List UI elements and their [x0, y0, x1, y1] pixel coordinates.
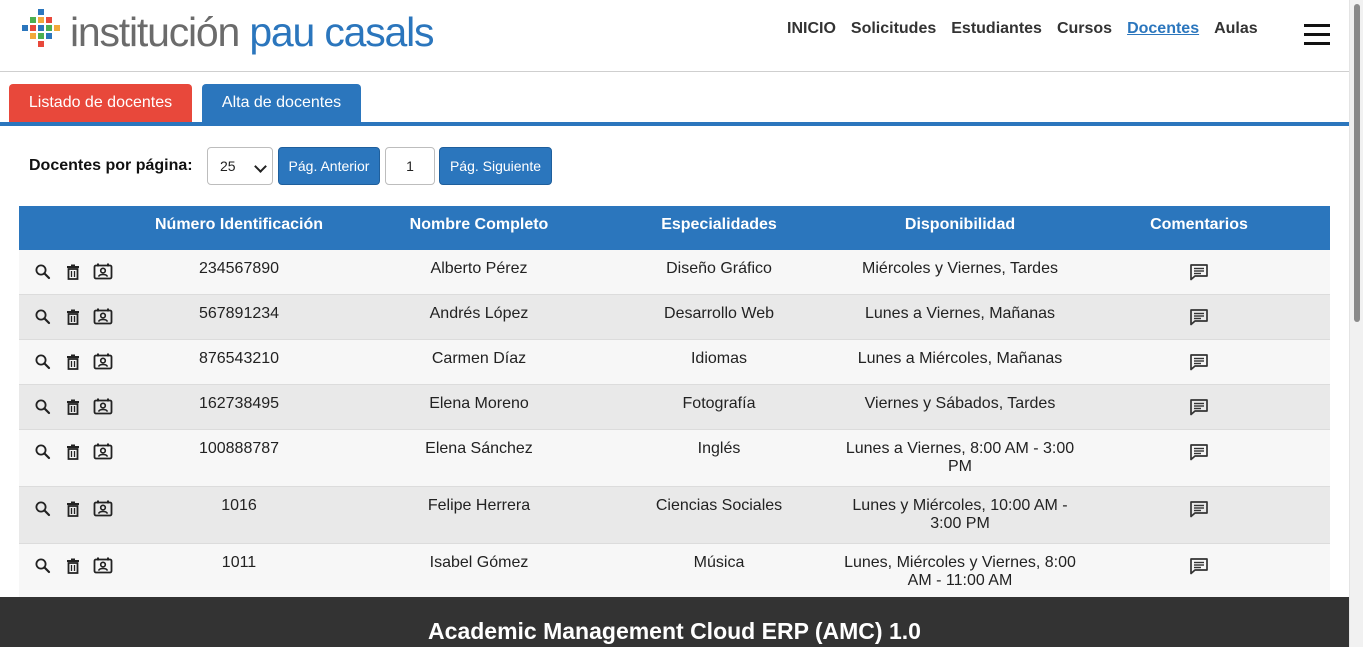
logo-mark-icon [18, 7, 68, 57]
contact-card-icon[interactable] [93, 500, 113, 520]
search-icon[interactable] [34, 557, 54, 577]
search-icon[interactable] [34, 398, 54, 418]
cell-name: Alberto Pérez [430, 260, 528, 277]
contact-card-icon[interactable] [93, 443, 113, 463]
prev-page-button[interactable]: Pág. Anterior [278, 147, 380, 185]
cell-id: 234567890 [198, 260, 280, 277]
comment-icon[interactable] [1189, 443, 1209, 463]
footer: Academic Management Cloud ERP (AMC) 1.0 [0, 597, 1349, 647]
cell-id: 876543210 [198, 350, 280, 367]
cell-availability: Lunes a Viernes, Mañanas [864, 305, 1056, 322]
cell-availability: Miércoles y Viernes, Tardes [862, 260, 1058, 277]
search-icon[interactable] [34, 443, 54, 463]
cell-availability: Viernes y Sábados, Tardes [864, 395, 1056, 412]
col-header-comments: Comentarios [1150, 216, 1248, 233]
cell-availability: Lunes y Miércoles, 10:00 AM - 3:00 PM [852, 497, 1068, 532]
logo-word-institucion: institución [70, 9, 240, 55]
page-number-input[interactable]: 1 [385, 147, 435, 185]
contact-card-icon[interactable] [93, 263, 113, 283]
cell-specialty: Música [693, 554, 745, 571]
table-row: 1016 Felipe Herrera Ciencias Sociales Lunes… [19, 487, 1330, 544]
contact-card-icon[interactable] [93, 353, 113, 373]
per-page-select[interactable]: 25 [207, 147, 273, 185]
contact-card-icon[interactable] [93, 398, 113, 418]
cell-id: 162738495 [198, 395, 280, 412]
trash-icon[interactable] [64, 308, 84, 328]
cell-name: Elena Sánchez [425, 440, 533, 457]
footer-text: Academic Management Cloud ERP (AMC) 1.0 [428, 618, 921, 644]
site-header: institución pau casals INICIO Solicitude… [0, 0, 1349, 72]
trash-icon[interactable] [64, 353, 84, 373]
table-row: 567891234 Andrés López Desarrollo Web Lunes… [19, 295, 1330, 340]
cell-name: Andrés López [429, 305, 529, 322]
tabs-divider [0, 122, 1349, 126]
nav-solicitudes[interactable]: Solicitudes [851, 20, 936, 38]
cell-name: Elena Moreno [429, 395, 529, 412]
search-icon[interactable] [34, 353, 54, 373]
nav-docentes[interactable]: Docentes [1127, 20, 1199, 38]
cell-id: 1016 [221, 497, 257, 514]
cell-name: Isabel Gómez [429, 554, 529, 571]
contact-card-icon[interactable] [93, 557, 113, 577]
scrollbar-thumb[interactable] [1354, 4, 1360, 322]
table-row: 234567890 Alberto Pérez Diseño Gráfico Miér… [19, 250, 1330, 295]
per-page-label: Docentes por página: [29, 157, 193, 174]
teachers-table: Número Identificación Nombre Completo Es… [19, 206, 1330, 601]
main-nav: INICIO Solicitudes Estudiantes Cursos Do… [787, 20, 1258, 38]
col-header-name: Nombre Completo [409, 216, 549, 233]
nav-estudiantes[interactable]: Estudiantes [951, 20, 1042, 38]
logo-text: institución pau casals [70, 7, 435, 57]
next-page-button[interactable]: Pág. Siguiente [439, 147, 552, 185]
comment-icon[interactable] [1189, 557, 1209, 577]
contact-card-icon[interactable] [93, 308, 113, 328]
table-row: 162738495 Elena Moreno Fotografía Viernes y… [19, 385, 1330, 430]
cell-specialty: Ciencias Sociales [655, 497, 783, 514]
cell-name: Carmen Díaz [431, 350, 527, 367]
logo[interactable]: institución pau casals [18, 7, 435, 57]
table-row: 100888787 Elena Sánchez Inglés Lunes a Vier… [19, 430, 1330, 487]
logo-word-pau-casals: pau casals [249, 9, 434, 55]
tab-alta-docentes[interactable]: Alta de docentes [202, 84, 361, 122]
cell-name: Felipe Herrera [427, 497, 531, 514]
per-page-value: 25 [220, 158, 236, 174]
cell-specialty: Fotografía [682, 395, 756, 412]
col-header-specialty: Especialidades [661, 216, 777, 233]
cell-id: 100888787 [198, 440, 280, 457]
comment-icon[interactable] [1189, 500, 1209, 520]
cell-id: 567891234 [198, 305, 280, 322]
cell-specialty: Idiomas [690, 350, 748, 367]
nav-aulas[interactable]: Aulas [1214, 20, 1258, 38]
trash-icon[interactable] [64, 443, 84, 463]
col-header-availability: Disponibilidad [904, 216, 1016, 233]
cell-id: 1011 [221, 554, 257, 571]
comment-icon[interactable] [1189, 308, 1209, 328]
trash-icon[interactable] [64, 500, 84, 520]
table-header: Número Identificación Nombre Completo Es… [19, 206, 1330, 250]
table-row: 876543210 Carmen Díaz Idiomas Lunes a Miérc… [19, 340, 1330, 385]
cell-availability: Lunes, Miércoles y Viernes, 8:00 AM - 11… [844, 554, 1076, 589]
cell-specialty: Diseño Gráfico [666, 260, 772, 277]
comment-icon[interactable] [1189, 353, 1209, 373]
search-icon[interactable] [34, 308, 54, 328]
search-icon[interactable] [34, 263, 54, 283]
nav-cursos[interactable]: Cursos [1057, 20, 1112, 38]
table-row: 1011 Isabel Gómez Música Lunes, Miércoles y… [19, 544, 1330, 601]
cell-specialty: Desarrollo Web [664, 305, 774, 322]
trash-icon[interactable] [64, 398, 84, 418]
comment-icon[interactable] [1189, 263, 1209, 283]
cell-specialty: Inglés [697, 440, 741, 457]
col-header-id: Número Identificación [154, 216, 324, 233]
tab-listado-docentes[interactable]: Listado de docentes [9, 84, 192, 122]
search-icon[interactable] [34, 500, 54, 520]
scrollbar[interactable] [1349, 0, 1363, 647]
hamburger-menu-icon[interactable] [1304, 24, 1330, 46]
trash-icon[interactable] [64, 557, 84, 577]
cell-availability: Lunes a Viernes, 8:00 AM - 3:00 PM [845, 440, 1075, 475]
trash-icon[interactable] [64, 263, 84, 283]
nav-inicio[interactable]: INICIO [787, 20, 836, 38]
comment-icon[interactable] [1189, 398, 1209, 418]
chevron-down-icon [254, 160, 267, 173]
cell-availability: Lunes a Miércoles, Mañanas [857, 350, 1063, 367]
table-body: 234567890 Alberto Pérez Diseño Gráfico Miér… [19, 250, 1330, 601]
